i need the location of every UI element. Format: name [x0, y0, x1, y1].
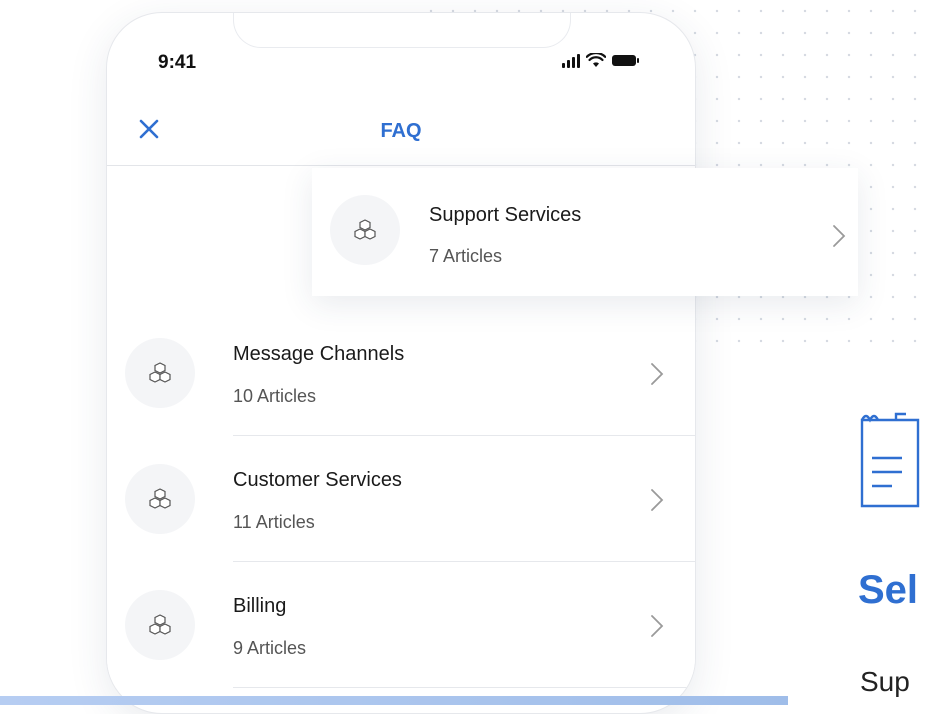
cubes-icon — [125, 590, 195, 660]
chevron-right-icon — [833, 225, 846, 247]
item-subtitle: 7 Articles — [429, 246, 503, 266]
phone-frame: 9:41 FAQ Message Channels 10 Articles Cust… — [106, 12, 696, 714]
list-item[interactable]: Message Channels 10 Articles — [107, 310, 695, 436]
list-divider — [233, 687, 695, 688]
chevron-right-icon — [651, 489, 664, 511]
list-item-support-services[interactable]: Support Services 7 Articles — [312, 168, 858, 296]
section-text: Sup — [860, 666, 910, 697]
chevron-right-icon — [651, 363, 664, 385]
nav-bar: FAQ — [107, 99, 695, 166]
chevron-right-icon — [651, 615, 664, 637]
cubes-icon — [125, 338, 195, 408]
item-subtitle: 10 Articles — [233, 386, 317, 406]
cubes-icon — [125, 464, 195, 534]
item-subtitle: 9 Articles — [233, 638, 307, 658]
item-subtitle: 11 Articles — [233, 512, 315, 532]
section-heading: Sel — [858, 568, 919, 612]
cubes-icon — [330, 195, 400, 265]
item-title: Customer Services — [233, 469, 402, 491]
item-title: Billing — [233, 595, 287, 617]
phone-notch — [233, 13, 571, 48]
battery-icon — [612, 55, 639, 66]
list-item[interactable]: Billing 9 Articles — [107, 562, 695, 688]
signal-icon — [562, 53, 580, 68]
status-icons — [562, 53, 639, 68]
bottom-accent-bar — [0, 696, 788, 705]
list-item[interactable]: Customer Services 11 Articles — [107, 436, 695, 562]
item-title: Support Services — [429, 204, 582, 226]
page-title: FAQ — [380, 120, 422, 142]
document-icon — [860, 412, 920, 508]
item-title: Message Channels — [233, 343, 405, 365]
status-time: 9:41 — [158, 52, 197, 73]
wifi-icon — [586, 53, 606, 67]
